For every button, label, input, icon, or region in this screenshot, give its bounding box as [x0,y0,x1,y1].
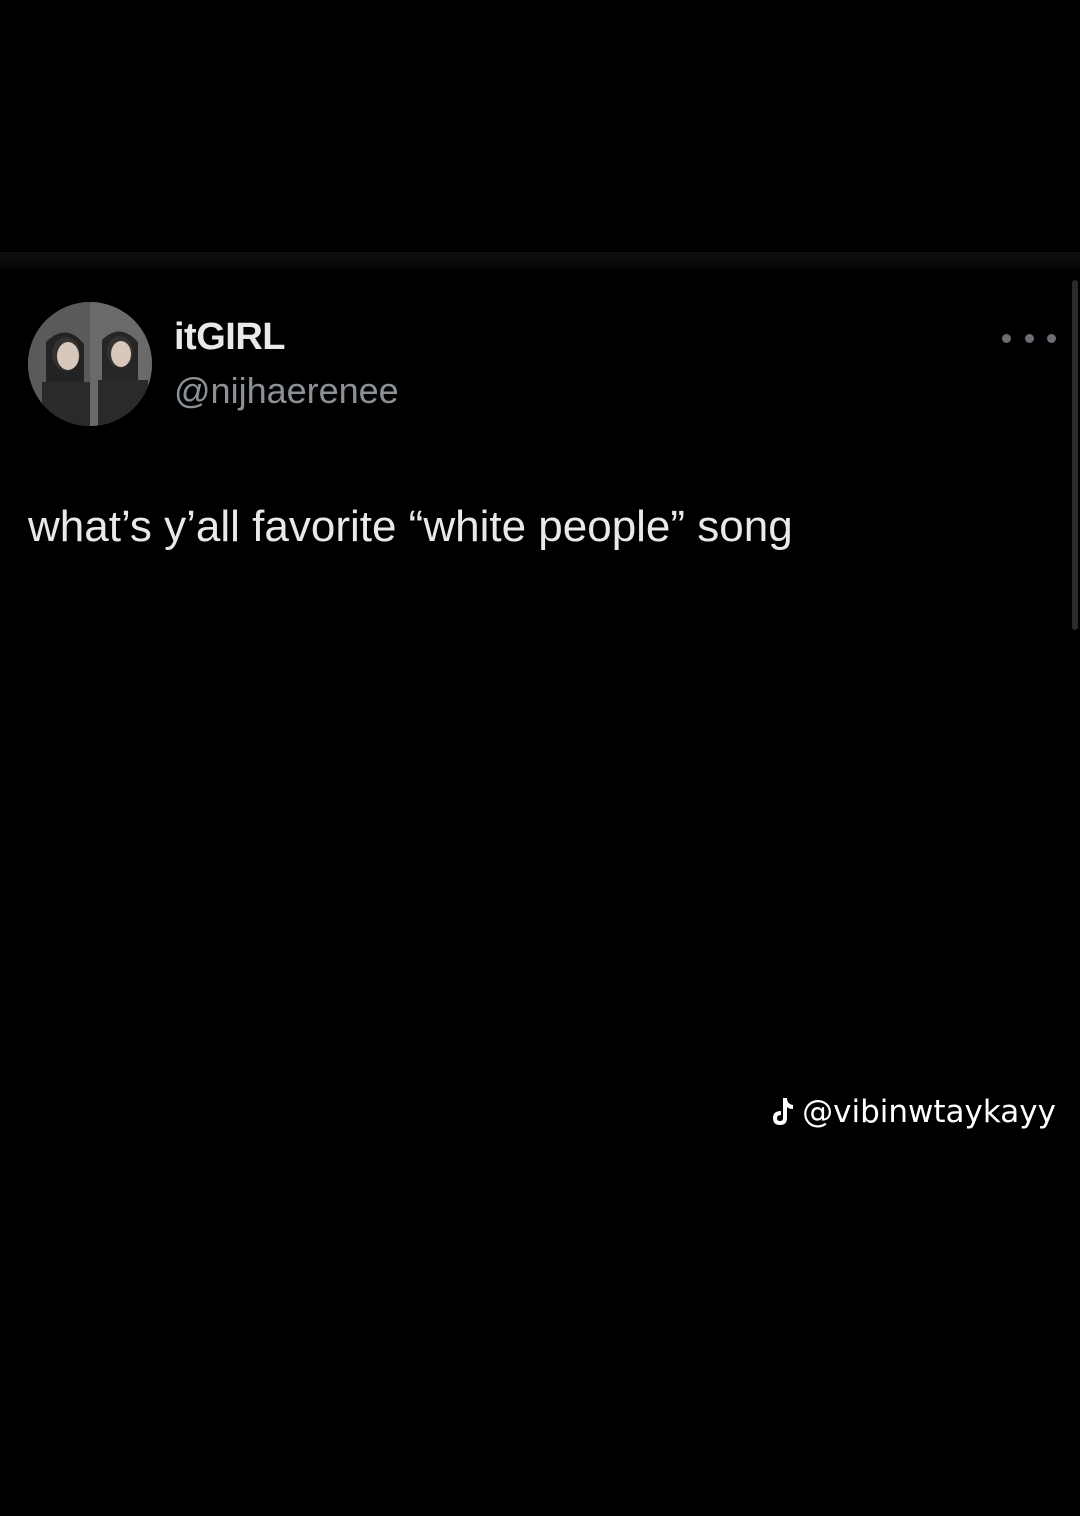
more-options-icon[interactable] [1002,326,1056,350]
user-handle[interactable]: @nijhaerenee [174,370,399,412]
tiktok-icon [768,1096,796,1128]
dot [1002,333,1011,343]
tweet-card: itGIRL @nijhaerenee what’s y’all favorit… [0,270,1080,600]
watermark-username: @vibinwtaykayy [802,1094,1056,1130]
dot [1047,333,1056,343]
display-name[interactable]: itGIRL [174,316,285,359]
avatar[interactable] [28,302,152,426]
dot [1024,333,1034,343]
tweet-text: what’s y’all favorite “white people” son… [28,502,793,551]
top-divider [0,252,1080,270]
tiktok-watermark: @vibinwtaykayy [768,1094,1056,1130]
